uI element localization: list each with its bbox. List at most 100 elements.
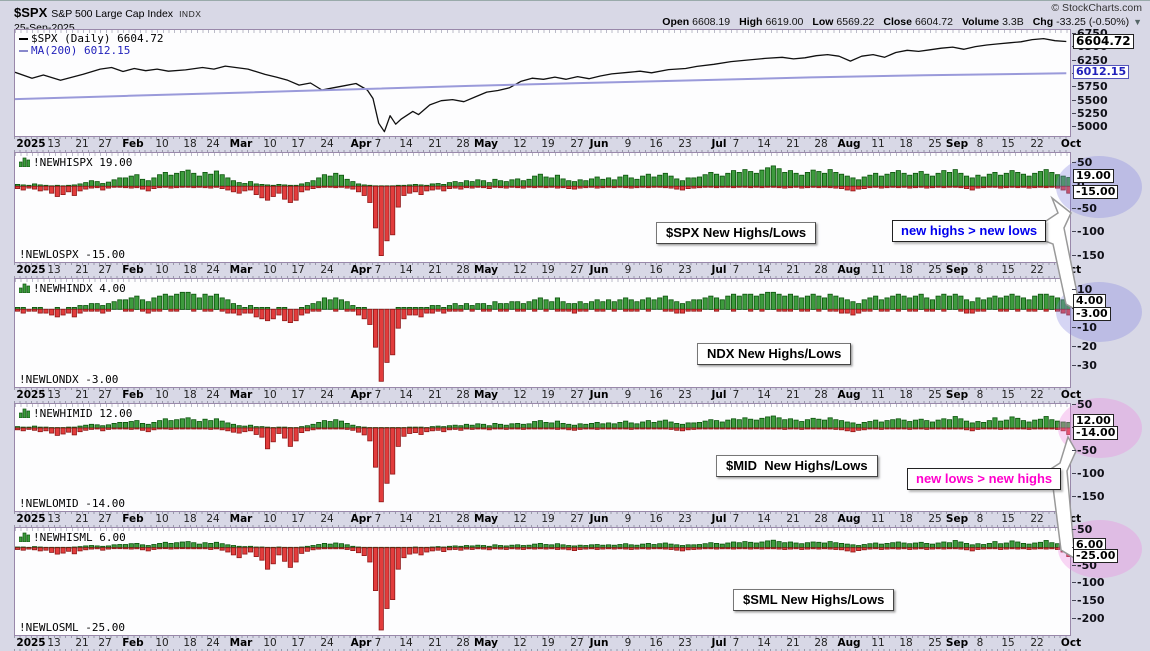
bar-new-lows xyxy=(67,186,71,192)
x-tick-label: 16 xyxy=(649,264,662,276)
bar-new-highs xyxy=(1010,417,1014,428)
bar-new-lows xyxy=(21,186,25,190)
bar-new-lows xyxy=(794,186,798,187)
bar-new-highs xyxy=(987,421,991,428)
bar-new-highs xyxy=(970,302,974,310)
bar-new-highs xyxy=(169,175,173,186)
bar-new-lows xyxy=(703,428,707,429)
x-tick-label: 21 xyxy=(786,264,799,276)
bar-new-highs xyxy=(834,296,838,309)
bar-new-highs xyxy=(351,306,355,310)
bar-new-highs xyxy=(760,418,764,428)
bar-new-highs xyxy=(493,179,497,186)
bar-new-highs xyxy=(760,542,764,548)
bar-new-lows xyxy=(55,548,59,554)
bar-new-lows xyxy=(669,548,673,550)
bar-new-lows xyxy=(680,186,684,190)
bar-new-lows xyxy=(589,548,593,549)
bar-new-lows xyxy=(538,428,542,429)
bar-new-highs xyxy=(544,177,548,186)
bar-new-highs xyxy=(862,422,866,428)
quote-label-close: Close xyxy=(883,16,912,28)
bar-new-lows xyxy=(902,428,906,429)
x-tick-label: May xyxy=(474,264,498,276)
bar-new-highs xyxy=(794,543,798,548)
bar-new-lows xyxy=(680,428,684,431)
bar-new-lows xyxy=(67,309,71,313)
bar-new-highs xyxy=(851,302,855,310)
bar-new-lows xyxy=(675,186,679,189)
bar-new-lows xyxy=(32,186,36,189)
bar-new-lows xyxy=(470,186,474,188)
bar-new-highs xyxy=(345,302,349,310)
chevron-down-icon[interactable]: ▼ xyxy=(1133,17,1142,27)
bar-new-lows xyxy=(146,428,150,432)
bar-new-lows xyxy=(521,548,525,550)
bar-new-highs xyxy=(658,175,662,186)
bar-new-lows xyxy=(857,309,861,313)
bar-new-highs xyxy=(203,172,207,186)
bar-new-lows xyxy=(146,186,150,191)
bar-new-lows xyxy=(862,428,866,430)
bar-new-highs xyxy=(84,306,88,310)
x-tick-label: 14 xyxy=(757,138,770,150)
bar-new-highs xyxy=(1010,171,1014,187)
bar-new-lows xyxy=(408,428,412,434)
bar-new-highs xyxy=(976,298,980,309)
bar-new-highs xyxy=(567,304,571,310)
x-tick-label: 23 xyxy=(678,264,691,276)
bar-new-lows xyxy=(169,309,173,311)
quote-label-low: Low xyxy=(812,16,833,28)
x-tick-label: 8 xyxy=(977,513,984,525)
x-tick-label: 19 xyxy=(541,389,554,401)
bar-new-lows xyxy=(61,309,65,315)
bar-new-highs xyxy=(197,298,201,309)
bar-new-lows xyxy=(15,428,19,430)
bar-new-lows xyxy=(373,428,377,467)
bar-new-lows xyxy=(300,186,304,192)
x-tick-label: 14 xyxy=(399,138,412,150)
bar-new-lows xyxy=(442,428,446,432)
bar-new-lows xyxy=(50,428,54,433)
bar-new-lows xyxy=(288,428,292,446)
bar-new-lows xyxy=(112,548,116,549)
bar-new-lows xyxy=(646,548,650,549)
bar-new-highs xyxy=(1004,420,1008,428)
x-tick-label: 14 xyxy=(757,389,770,401)
stockcharts-chart-page: $SPXS&P 500 Large Cap IndexINDX © StockC… xyxy=(0,0,1150,651)
bar-new-lows xyxy=(885,186,889,187)
x-tick-label: 11 xyxy=(871,138,884,150)
bar-new-highs xyxy=(538,421,542,428)
bar-new-highs xyxy=(436,184,440,187)
bar-new-highs xyxy=(857,304,861,310)
bar-new-highs xyxy=(686,178,690,186)
bar-new-highs xyxy=(618,545,622,548)
bar-new-lows xyxy=(993,428,997,429)
bar-new-lows xyxy=(158,186,162,187)
bar-new-lows xyxy=(737,548,741,549)
bar-new-highs xyxy=(311,181,315,187)
bar-new-lows xyxy=(271,428,275,442)
bar-new-highs xyxy=(754,543,758,548)
bar-new-lows xyxy=(260,428,264,437)
bar-new-lows xyxy=(572,309,576,313)
bar-new-lows xyxy=(584,309,588,311)
bar-new-highs xyxy=(481,424,485,428)
bar-new-highs xyxy=(1021,298,1025,309)
bar-new-lows xyxy=(61,548,65,553)
x-tick-label: 10 xyxy=(155,637,168,649)
bar-new-lows xyxy=(663,548,667,549)
bar-new-lows xyxy=(896,309,900,311)
bar-new-lows xyxy=(123,428,127,429)
bar-new-highs xyxy=(561,302,565,310)
bar-new-highs xyxy=(317,422,321,428)
bar-new-lows xyxy=(731,428,735,429)
bar-new-lows xyxy=(811,428,815,429)
price-line xyxy=(15,39,1066,132)
bar-new-highs xyxy=(1004,173,1008,186)
x-tick-label: 7 xyxy=(733,264,740,276)
bar-new-highs xyxy=(709,420,713,428)
bar-new-highs xyxy=(839,298,843,309)
bar-new-lows xyxy=(561,186,565,187)
bar-new-highs xyxy=(822,173,826,186)
